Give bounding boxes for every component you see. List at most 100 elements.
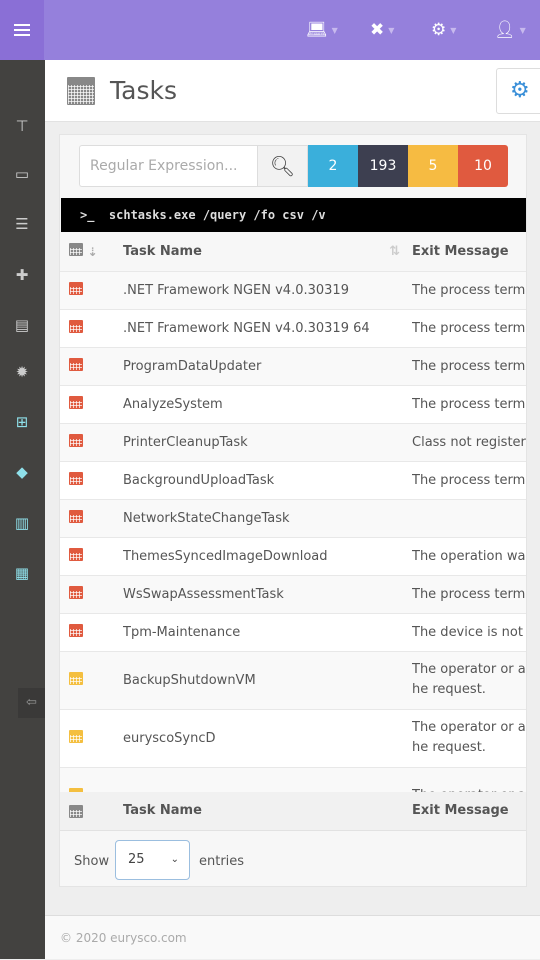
- task-name-cell: BackgroundUploadTask: [123, 461, 412, 500]
- sidebar: ⊤ ▭ ☰ ✚ ▤ ✹ ⊞ ◆ ▥ ▦ ⇦: [0, 60, 45, 959]
- table-row[interactable]: euryscoSyncD The operator or ad he reque…: [60, 709, 526, 768]
- status-cell: [60, 347, 123, 386]
- task-name-footer: Task Name: [123, 803, 202, 818]
- exit-message-cell: The process termin: [412, 271, 526, 310]
- entries-per-page-select[interactable]: 25 ⌄: [115, 840, 190, 880]
- task-name-cell: BackupShutdownVM: [123, 651, 412, 710]
- table-row[interactable]: .NET Framework NGEN v4.0.30319 The proce…: [60, 271, 526, 310]
- count-badge-warning[interactable]: 5: [408, 145, 458, 187]
- user-icon: 👤︎: [494, 20, 516, 40]
- command-text: schtasks.exe /query /fo csv /v: [108, 208, 326, 222]
- sort-asc-icon: ⇣: [87, 244, 98, 259]
- status-cell: [60, 651, 123, 710]
- calendar-icon: [69, 547, 83, 561]
- exit-message-column-header[interactable]: Exit Message: [412, 232, 526, 272]
- table-row[interactable]: BackgroundUploadTask The process termin: [60, 461, 526, 500]
- exit-message-cell: The process termin: [412, 347, 526, 386]
- caret-down-icon: ▼: [388, 25, 395, 35]
- page-header: Tasks ⚙: [45, 60, 540, 122]
- sort-icon: ⇅: [389, 243, 400, 259]
- task-name-cell: PrinterCleanupTask: [123, 423, 412, 462]
- count-badge-info[interactable]: 2: [308, 145, 358, 187]
- hamburger-menu-button[interactable]: [0, 0, 44, 60]
- table-row[interactable]: .NET Framework NGEN v4.0.30319 64 The pr…: [60, 309, 526, 348]
- search-button[interactable]: 🔍︎: [257, 145, 308, 187]
- tasks-table: ⇣ Task Name ⇅ Exit Message .NET Framework…: [60, 232, 526, 826]
- exit-message-cell: The operator or ad he request.: [412, 651, 526, 710]
- task-name-cell: ThemesSyncedImageDownload: [123, 537, 412, 576]
- exit-message-cell: The device is not re: [412, 613, 526, 652]
- calendar-icon: [69, 319, 83, 333]
- task-name-cell: AnalyzeSystem: [123, 385, 412, 424]
- calendar-icon: [69, 395, 83, 409]
- selected-value: 25: [128, 852, 145, 867]
- settings-button[interactable]: ⚙: [496, 68, 540, 114]
- settings-dropdown[interactable]: ⚙ ▼: [431, 20, 456, 40]
- top-navbar: 💻︎ ▼ ✖ ▼ ⚙ ▼ 👤︎ ▼: [0, 0, 540, 60]
- table-footer-header: Task Name Exit Message: [60, 792, 526, 831]
- caret-down-icon: ▼: [519, 25, 526, 35]
- task-name-cell: Tpm-Maintenance: [123, 613, 412, 652]
- tag-icon[interactable]: ◆: [11, 462, 33, 482]
- task-name-column-header[interactable]: Task Name ⇅: [123, 232, 412, 272]
- terminal-prompt-icon: >_: [80, 208, 95, 222]
- tasks-panel: 🔍︎ 2 193 5 10 >_ schtasks.exe /query /fo…: [59, 134, 527, 887]
- sign-out-icon: ⇦: [26, 695, 37, 710]
- task-name-cell: .NET Framework NGEN v4.0.30319 64: [123, 309, 412, 348]
- count-badge-total[interactable]: 193: [358, 145, 408, 187]
- server-clock-icon[interactable]: ▦: [11, 563, 33, 583]
- status-cell: [60, 709, 123, 768]
- count-badge-error[interactable]: 10: [458, 145, 508, 187]
- tools-icon: ✖: [370, 20, 385, 40]
- exit-message-cell: The process termin: [412, 575, 526, 614]
- clipboard-plus-icon[interactable]: ✚: [11, 265, 33, 285]
- exit-message-cell: The process termin: [412, 385, 526, 424]
- status-column-header[interactable]: ⇣: [60, 232, 123, 272]
- gear-icon: ⚙: [510, 78, 530, 103]
- calendar-icon: [69, 671, 83, 685]
- exit-message-footer: Exit Message: [412, 803, 509, 818]
- status-cell: [60, 271, 123, 310]
- monitor-chart-icon[interactable]: ▭: [11, 164, 33, 184]
- table-row[interactable]: ThemesSyncedImageDownload The operation …: [60, 537, 526, 576]
- status-cell: [60, 461, 123, 500]
- regex-search-input[interactable]: [79, 145, 258, 187]
- windows-icon[interactable]: ⊞: [11, 412, 33, 432]
- table-row[interactable]: NetworkStateChangeTask: [60, 499, 526, 538]
- user-dropdown[interactable]: 👤︎ ▼: [494, 20, 526, 40]
- calendar-icon: [69, 509, 83, 523]
- calendar-icon: [67, 77, 95, 105]
- cog-burst-icon[interactable]: ✹: [11, 362, 33, 382]
- task-name-cell: ProgramDataUpdater: [123, 347, 412, 386]
- table-row[interactable]: WsSwapAssessmentTask The process termin: [60, 575, 526, 614]
- search-icon: 🔍︎: [269, 154, 296, 178]
- show-label: Show: [74, 854, 110, 869]
- calendar-icon: [69, 585, 83, 599]
- task-name-cell: NetworkStateChangeTask: [123, 499, 412, 538]
- barcode-icon[interactable]: ▥: [11, 513, 33, 533]
- command-banner: >_ schtasks.exe /query /fo csv /v: [61, 198, 526, 232]
- sign-out-button[interactable]: ⇦: [18, 688, 45, 718]
- table-row[interactable]: AnalyzeSystem The process termin: [60, 385, 526, 424]
- footer: © 2020 eurysco.com: [45, 915, 540, 959]
- status-cell: [60, 385, 123, 424]
- list-window-icon[interactable]: ☰: [11, 214, 33, 234]
- sitemap-icon[interactable]: ⊤: [11, 116, 33, 136]
- calendar-icon: [69, 242, 83, 256]
- calendar-icon: [69, 805, 83, 818]
- exit-message-cell: The process termin: [412, 461, 526, 500]
- chevron-down-icon: ⌄: [170, 854, 179, 865]
- tools-dropdown[interactable]: ✖ ▼: [370, 20, 394, 40]
- file-chart-icon[interactable]: ▤: [11, 315, 33, 335]
- table-row[interactable]: PrinterCleanupTask Class not registere: [60, 423, 526, 462]
- table-row[interactable]: ProgramDataUpdater The process termin: [60, 347, 526, 386]
- table-row[interactable]: BackupShutdownVM The operator or ad he r…: [60, 651, 526, 710]
- devices-dropdown[interactable]: 💻︎ ▼: [306, 20, 338, 40]
- page-title: Tasks: [110, 76, 177, 105]
- status-cell: [60, 575, 123, 614]
- status-cell: [60, 309, 123, 348]
- task-name-cell: .NET Framework NGEN v4.0.30319: [123, 271, 412, 310]
- table-row[interactable]: Tpm-Maintenance The device is not re: [60, 613, 526, 652]
- calendar-icon: [69, 357, 83, 371]
- task-name-cell: euryscoSyncD: [123, 709, 412, 768]
